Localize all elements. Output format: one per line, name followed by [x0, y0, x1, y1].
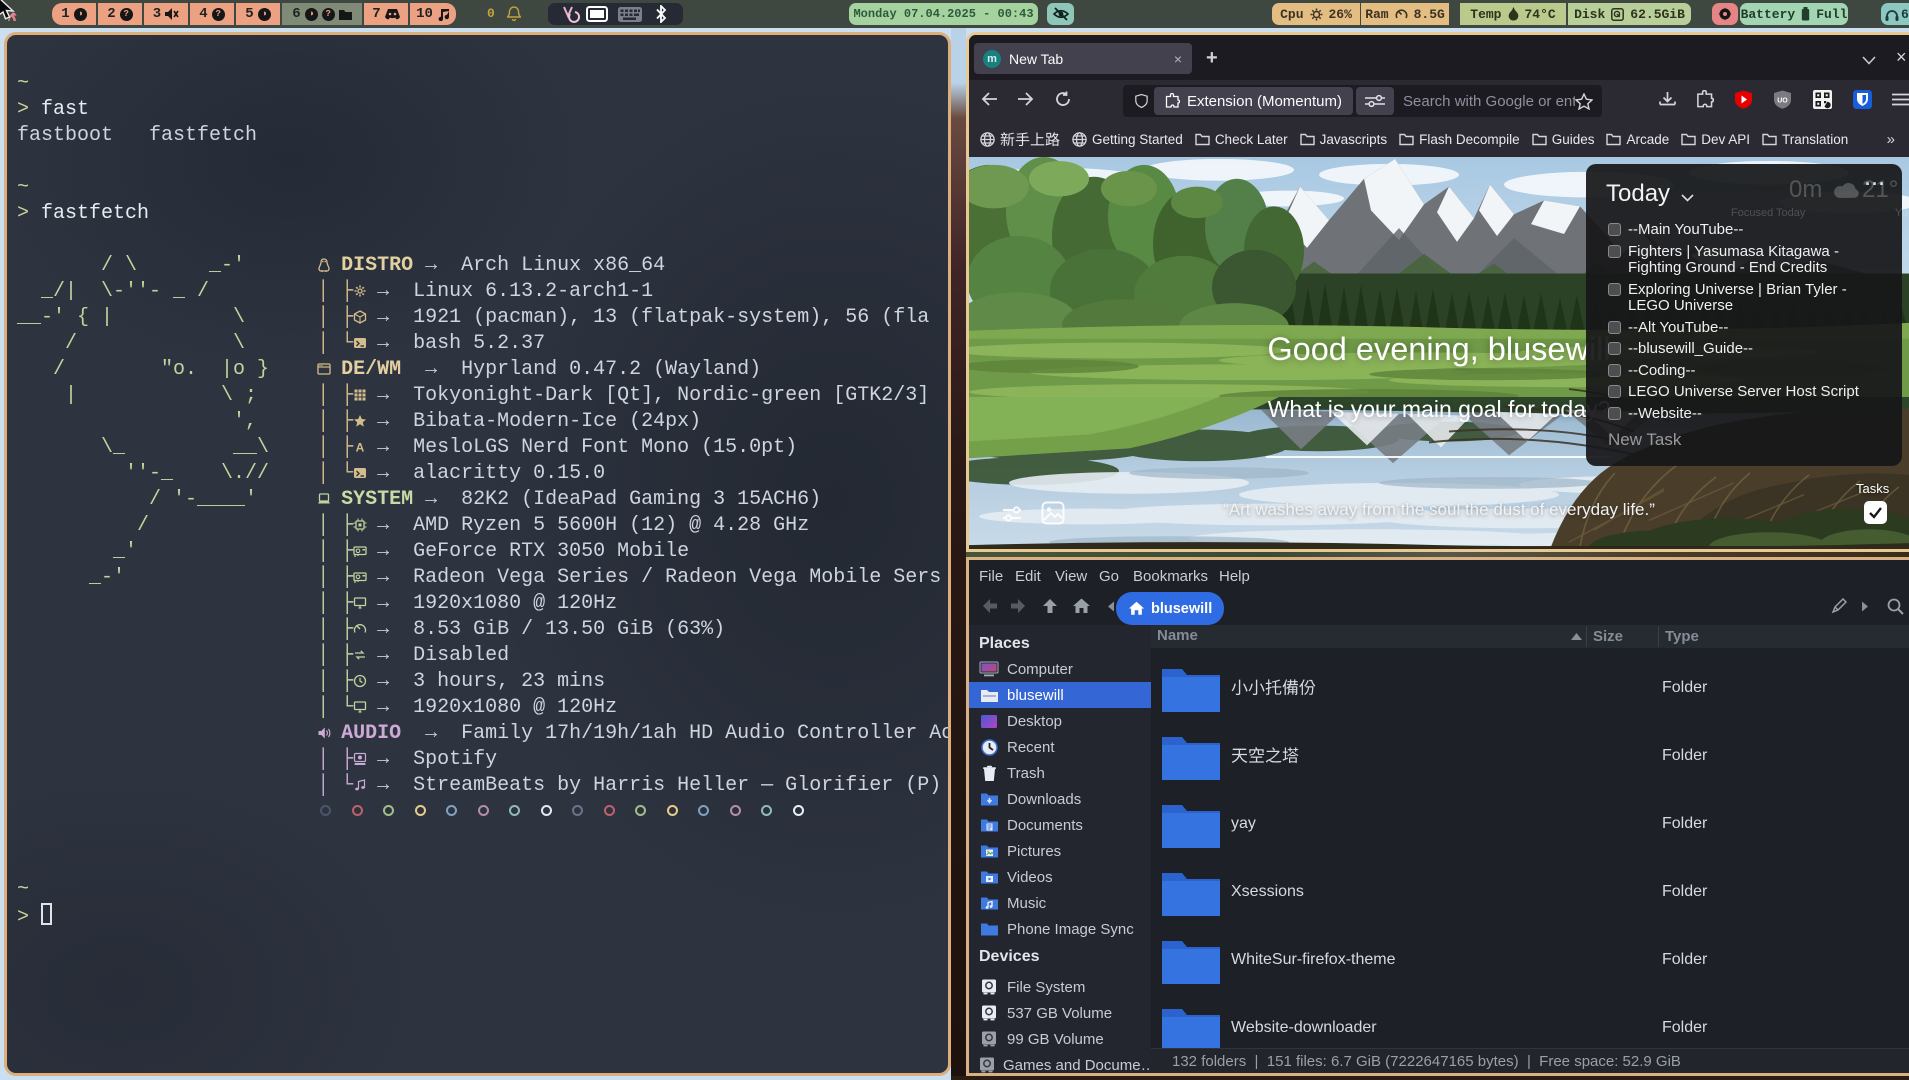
svg-text:UO: UO: [1777, 98, 1788, 105]
svg-text:A: A: [356, 441, 365, 455]
